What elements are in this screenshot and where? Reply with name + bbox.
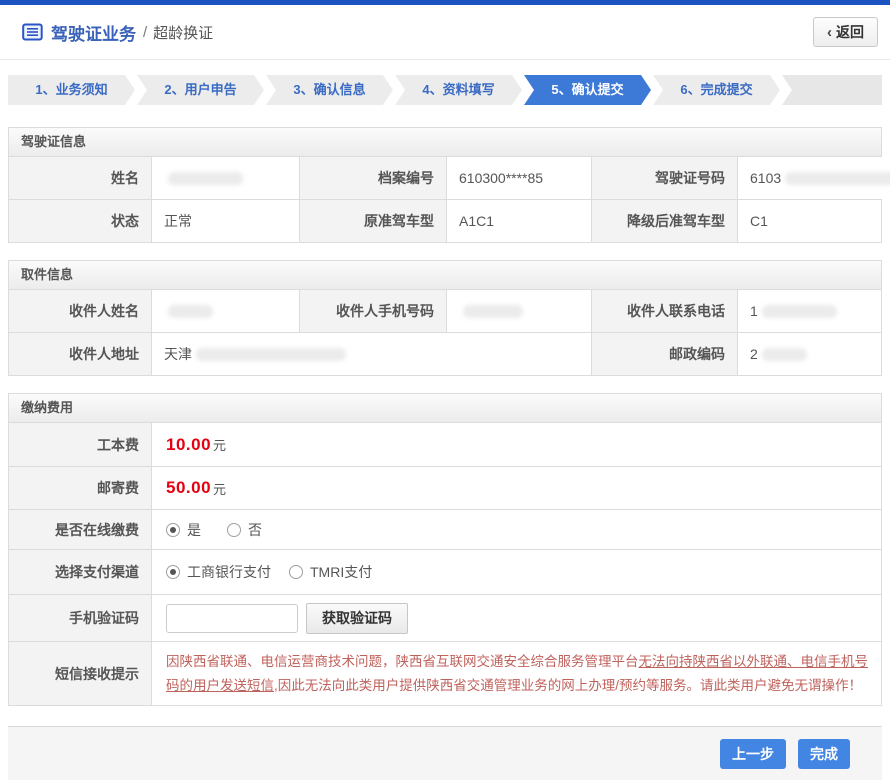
table-row: 收件人地址 天津 邮政编码 2 <box>9 332 881 375</box>
fee-row-production: 工本费 10.00 元 <box>9 423 881 466</box>
payment-channel-row: 选择支付渠道 工商银行支付 TMRI支付 <box>9 549 881 594</box>
get-sms-code-button[interactable]: 获取验证码 <box>306 603 408 634</box>
label-file-number: 档案编号 <box>300 157 447 199</box>
value-postage-fee: 50.00 元 <box>152 467 881 509</box>
title-divider: / <box>143 24 147 41</box>
value-file-number: 610300****85 <box>447 157 592 199</box>
production-fee-unit: 元 <box>213 435 226 454</box>
label-zip-code: 邮政编码 <box>592 333 738 375</box>
redacted-recipient-mobile <box>463 305 523 318</box>
redacted-recipient-name <box>168 305 213 318</box>
footer-action-bar: 上一步 完成 <box>8 726 882 780</box>
label-production-fee: 工本费 <box>9 423 152 466</box>
radio-online-no[interactable] <box>227 523 241 537</box>
redacted-name <box>168 172 243 185</box>
value-production-fee: 10.00 元 <box>152 423 881 466</box>
label-status: 状态 <box>9 200 152 242</box>
label-name: 姓名 <box>9 157 152 199</box>
radio-online-yes-label[interactable]: 是 <box>187 520 201 540</box>
section-title-pickup: 取件信息 <box>9 261 881 290</box>
radio-channel-tmri[interactable] <box>289 565 303 579</box>
section-license-info: 驾驶证信息 姓名 档案编号 610300****85 驾驶证号码 6103 状态… <box>8 127 882 243</box>
redacted-license-number <box>785 172 890 185</box>
back-button[interactable]: ‹ 返回 <box>813 17 878 47</box>
back-button-label: 返回 <box>836 22 864 42</box>
page-title: 驾驶证业务 <box>51 20 136 45</box>
form-list-icon <box>22 23 43 41</box>
label-sms-notice: 短信接收提示 <box>9 642 152 705</box>
value-status: 正常 <box>152 200 300 242</box>
value-downgraded-class: C1 <box>738 200 881 242</box>
label-payment-channel: 选择支付渠道 <box>9 550 152 594</box>
postage-fee-amount: 50.00 <box>166 478 211 498</box>
section-title-license: 驾驶证信息 <box>9 128 881 157</box>
value-recipient-mobile <box>447 290 592 332</box>
step-5-confirm-submit-active[interactable]: 5、确认提交 <box>524 75 651 105</box>
page-header: 驾驶证业务 / 超龄换证 ‹ 返回 <box>0 5 890 60</box>
page-subtitle: 超龄换证 <box>153 22 213 43</box>
value-name <box>152 157 300 199</box>
redacted-recipient-phone <box>762 305 837 318</box>
finish-button[interactable]: 完成 <box>798 739 850 769</box>
section-title-payment: 缴纳费用 <box>9 394 881 423</box>
table-row: 姓名 档案编号 610300****85 驾驶证号码 6103 <box>9 157 881 199</box>
label-online-payment: 是否在线缴费 <box>9 510 152 549</box>
step-wizard: 1、业务须知 2、用户申告 3、确认信息 4、资料填写 5、确认提交 6、完成提… <box>8 75 882 105</box>
redacted-zip-code <box>762 348 807 361</box>
sms-notice-row: 短信接收提示 因陕西省联通、电信运营商技术问题，陕西省互联网交通安全综合服务管理… <box>9 641 881 705</box>
sms-code-row: 手机验证码 获取验证码 <box>9 594 881 641</box>
chevron-left-icon: ‹ <box>827 24 832 41</box>
radio-channel-icbc[interactable] <box>166 565 180 579</box>
value-original-class: A1C1 <box>447 200 592 242</box>
value-recipient-address: 天津 <box>152 333 592 375</box>
radio-online-no-label[interactable]: 否 <box>248 520 262 540</box>
label-recipient-name: 收件人姓名 <box>9 290 152 332</box>
fee-row-postage: 邮寄费 50.00 元 <box>9 466 881 509</box>
value-recipient-name <box>152 290 300 332</box>
label-recipient-address: 收件人地址 <box>9 333 152 375</box>
radio-channel-tmri-label[interactable]: TMRI支付 <box>310 562 372 582</box>
step-4-fill-data[interactable]: 4、资料填写 <box>395 75 522 105</box>
step-3-confirm-info[interactable]: 3、确认信息 <box>266 75 393 105</box>
step-2-declaration[interactable]: 2、用户申告 <box>137 75 264 105</box>
label-original-class: 原准驾车型 <box>300 200 447 242</box>
online-payment-options: 是 否 <box>152 510 881 549</box>
label-recipient-mobile: 收件人手机号码 <box>300 290 447 332</box>
value-recipient-phone: 1 <box>738 290 881 332</box>
section-payment: 缴纳费用 工本费 10.00 元 邮寄费 50.00 元 是否在线缴费 是 否 … <box>8 393 882 706</box>
label-sms-code: 手机验证码 <box>9 595 152 641</box>
radio-channel-icbc-label[interactable]: 工商银行支付 <box>187 562 271 582</box>
previous-step-button[interactable]: 上一步 <box>720 739 786 769</box>
sms-code-input[interactable] <box>166 604 298 633</box>
label-postage-fee: 邮寄费 <box>9 467 152 509</box>
sms-notice-text: 因陕西省联通、电信运营商技术问题，陕西省互联网交通安全综合服务管理平台无法向持陕… <box>152 642 881 705</box>
postage-fee-unit: 元 <box>213 479 226 498</box>
label-license-number: 驾驶证号码 <box>592 157 738 199</box>
online-payment-row: 是否在线缴费 是 否 <box>9 509 881 549</box>
payment-channel-options: 工商银行支付 TMRI支付 <box>152 550 881 594</box>
label-recipient-phone: 收件人联系电话 <box>592 290 738 332</box>
step-6-complete[interactable]: 6、完成提交 <box>653 75 780 105</box>
label-downgraded-class: 降级后准驾车型 <box>592 200 738 242</box>
section-pickup-info: 取件信息 收件人姓名 收件人手机号码 收件人联系电话 1 收件人地址 天津 邮政… <box>8 260 882 376</box>
value-zip-code: 2 <box>738 333 881 375</box>
radio-online-yes[interactable] <box>166 523 180 537</box>
step-bar-tail <box>782 75 882 105</box>
value-license-number: 6103 <box>738 157 890 199</box>
sms-code-controls: 获取验证码 <box>152 595 881 641</box>
step-1-notice[interactable]: 1、业务须知 <box>8 75 135 105</box>
redacted-recipient-address <box>196 348 346 361</box>
production-fee-amount: 10.00 <box>166 435 211 455</box>
table-row: 状态 正常 原准驾车型 A1C1 降级后准驾车型 C1 <box>9 199 881 242</box>
table-row: 收件人姓名 收件人手机号码 收件人联系电话 1 <box>9 290 881 332</box>
